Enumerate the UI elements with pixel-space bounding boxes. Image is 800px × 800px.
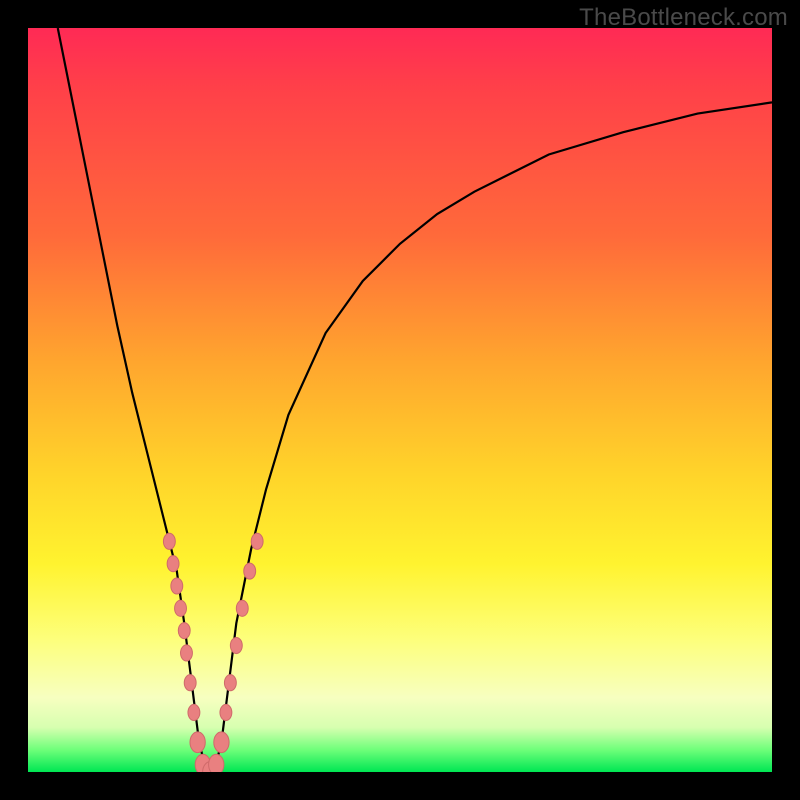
curve-marker: [209, 754, 224, 772]
curve-marker: [188, 704, 200, 720]
curve-marker: [175, 600, 187, 616]
curve-marker: [178, 623, 190, 639]
plot-area: [28, 28, 772, 772]
curve-marker: [167, 556, 179, 572]
curve-marker: [230, 637, 242, 653]
curve-marker: [220, 704, 232, 720]
outer-frame: TheBottleneck.com: [0, 0, 800, 800]
curve-marker: [181, 645, 193, 661]
curve-marker: [171, 578, 183, 594]
curve-marker: [214, 732, 229, 753]
curve-marker: [236, 600, 248, 616]
curve-marker: [224, 675, 236, 691]
curve-marker: [184, 675, 196, 691]
curve-marker: [244, 563, 256, 579]
curve-layer: [28, 28, 772, 772]
curve-path: [58, 28, 772, 772]
bottleneck-curve: [58, 28, 772, 772]
watermark-text: TheBottleneck.com: [579, 4, 788, 32]
curve-markers: [163, 533, 263, 772]
curve-marker: [251, 533, 263, 549]
curve-marker: [190, 732, 205, 753]
curve-marker: [163, 533, 175, 549]
